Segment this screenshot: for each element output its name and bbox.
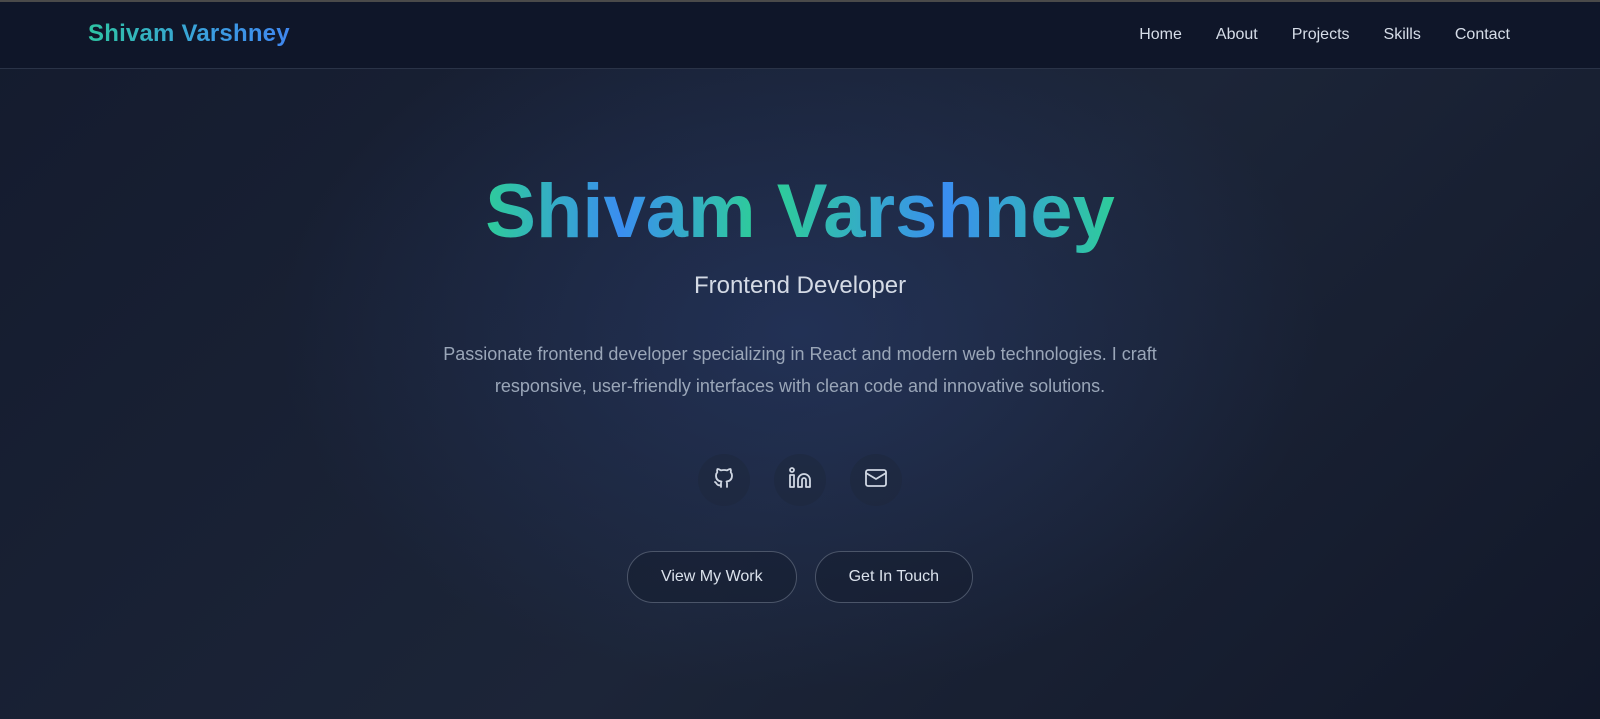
nav-link-about[interactable]: About bbox=[1216, 26, 1258, 44]
page: Shivam Varshney Home About Projects Skil… bbox=[0, 0, 1600, 719]
nav-link-projects[interactable]: Projects bbox=[1292, 26, 1350, 44]
hero-name-first: Shivam bbox=[485, 169, 756, 254]
navbar: Shivam Varshney Home About Projects Skil… bbox=[0, 2, 1600, 69]
linkedin-icon bbox=[788, 466, 812, 495]
brand-logo[interactable]: Shivam Varshney bbox=[88, 20, 290, 48]
nav-link-skills[interactable]: Skills bbox=[1384, 26, 1421, 44]
github-icon bbox=[712, 466, 736, 495]
hero-name: Shivam Varshney bbox=[0, 170, 1600, 254]
github-link[interactable] bbox=[698, 454, 750, 506]
cta-buttons: View My Work Get In Touch bbox=[0, 551, 1600, 603]
nav-links: Home About Projects Skills Contact bbox=[1139, 26, 1510, 44]
hero-description: Passionate frontend developer specializi… bbox=[443, 344, 1157, 396]
view-my-work-button[interactable]: View My Work bbox=[626, 551, 797, 603]
linkedin-link[interactable] bbox=[774, 454, 826, 506]
hero-subtitle: Frontend Developer bbox=[693, 272, 907, 299]
get-in-touch-button[interactable]: Get In Touch bbox=[814, 551, 974, 603]
mail-icon bbox=[864, 466, 888, 495]
nav-link-contact[interactable]: Contact bbox=[1455, 26, 1510, 44]
nav-link-home[interactable]: Home bbox=[1139, 26, 1182, 44]
hero-name-last: Varshney bbox=[776, 169, 1115, 254]
social-links bbox=[0, 454, 1600, 506]
email-link[interactable] bbox=[850, 454, 902, 506]
